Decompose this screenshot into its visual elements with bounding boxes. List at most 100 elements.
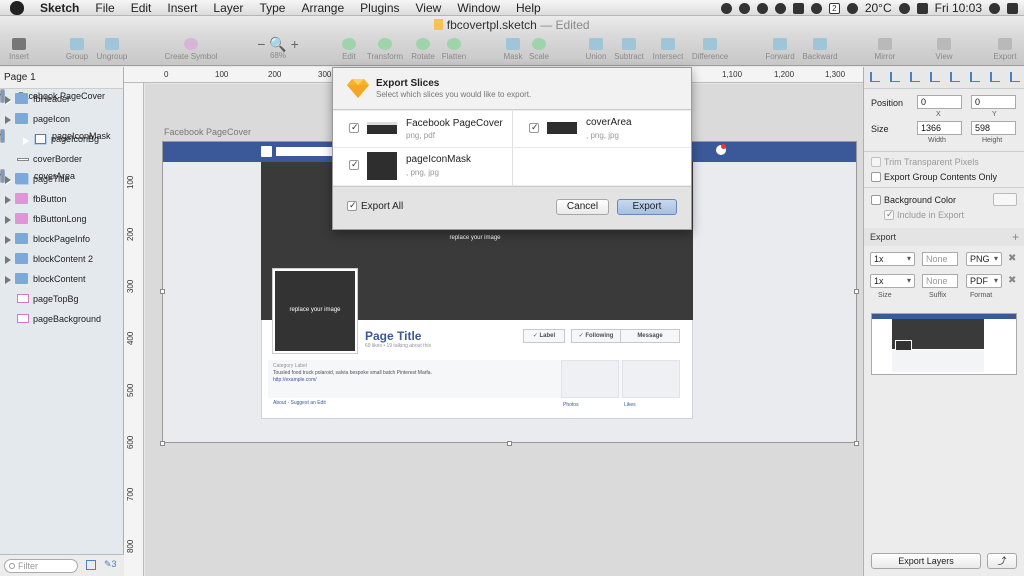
eye-icon[interactable] — [774, 2, 786, 14]
page-selector[interactable]: Page 1 — [0, 67, 123, 89]
bluetooth-icon[interactable] — [846, 2, 858, 14]
background-color-well[interactable] — [993, 193, 1017, 206]
disclosure-icon[interactable] — [5, 116, 11, 124]
distribute-vertical-icon[interactable] — [1010, 72, 1020, 82]
fb-message-button[interactable]: Message — [620, 329, 680, 343]
menu-plugins[interactable]: Plugins — [352, 0, 407, 16]
include-in-export-checkbox[interactable] — [884, 209, 894, 220]
export-group-checkbox[interactable] — [871, 172, 881, 182]
menu-window[interactable]: Window — [449, 0, 508, 16]
artboard-label[interactable]: Facebook PageCover — [164, 127, 251, 137]
page-title[interactable]: Page Title — [365, 329, 421, 343]
add-export-icon[interactable]: + — [1012, 228, 1019, 246]
background-color-checkbox[interactable] — [871, 195, 881, 205]
export-scale-select[interactable]: 1x — [870, 274, 915, 288]
resize-handle[interactable] — [854, 441, 859, 446]
cancel-button[interactable]: Cancel — [556, 199, 609, 215]
fb-label-button[interactable]: ✓ Label — [523, 329, 565, 343]
menu-insert[interactable]: Insert — [159, 0, 205, 16]
menu-view[interactable]: View — [408, 0, 450, 16]
menu-layer[interactable]: Layer — [205, 0, 251, 16]
export-button[interactable]: Export — [617, 199, 677, 215]
vertical-ruler[interactable]: 100 200 300 400 500 600 700 800 — [124, 83, 144, 576]
menu-arrange[interactable]: Arrange — [293, 0, 352, 16]
export-suffix-input[interactable]: None — [922, 274, 958, 288]
apple-icon[interactable] — [10, 0, 24, 15]
height-input[interactable]: 598 — [971, 121, 1016, 135]
align-center-icon[interactable] — [890, 72, 900, 82]
export-toolbar-button[interactable]: Export — [978, 36, 1024, 61]
pages-icon[interactable] — [86, 560, 96, 570]
distribute-horizontal-icon[interactable] — [990, 72, 1000, 82]
fb-following-button[interactable]: ✓ Following — [571, 329, 621, 343]
export-suffix-input[interactable]: None — [922, 252, 958, 266]
disclosure-icon[interactable] — [5, 276, 11, 284]
link-icon[interactable] — [756, 2, 768, 14]
export-all-checkbox[interactable] — [347, 200, 357, 211]
menu-edit[interactable]: Edit — [123, 0, 160, 16]
backward-button[interactable]: Backward — [793, 36, 847, 61]
remove-export-icon[interactable]: ✖ — [1008, 253, 1016, 264]
align-bottom-icon[interactable] — [970, 72, 980, 82]
layer-fbheader[interactable]: fbHeader — [0, 89, 123, 109]
disclosure-icon[interactable] — [5, 96, 11, 104]
layer-blockcontent[interactable]: blockContent — [0, 269, 123, 289]
dropbox-icon[interactable] — [792, 2, 804, 14]
resize-handle[interactable] — [160, 441, 165, 446]
edited-layers-count[interactable]: ✎3 — [104, 559, 117, 570]
likes-block[interactable] — [622, 360, 680, 398]
zoom-icons[interactable]: − 🔍 + — [256, 37, 300, 51]
layer-blockcontent-2[interactable]: blockContent 2 — [0, 249, 123, 269]
resize-handle[interactable] — [507, 441, 512, 446]
create-symbol-button[interactable]: Create Symbol — [154, 36, 228, 61]
y-input[interactable]: 0 — [971, 95, 1016, 109]
align-left-icon[interactable] — [870, 72, 880, 82]
layer-pagetopbg[interactable]: pageTopBg — [0, 289, 123, 309]
export-format-select[interactable]: PDF — [966, 274, 1002, 288]
menu-file[interactable]: File — [87, 0, 122, 16]
width-input[interactable]: 1366 — [917, 121, 962, 135]
disclosure-icon[interactable] — [5, 216, 11, 224]
record-icon[interactable] — [720, 2, 732, 14]
photos-block[interactable] — [561, 360, 619, 398]
wifi-icon[interactable] — [898, 2, 910, 14]
layer-coverborder[interactable]: coverBorder — [0, 149, 123, 169]
slice-checkbox-pageiconmask[interactable] — [349, 159, 359, 170]
notification-icon[interactable] — [1007, 2, 1018, 14]
flatten-button[interactable]: Flatten — [427, 36, 481, 61]
trim-checkbox[interactable] — [871, 157, 881, 167]
page-icon[interactable]: replace your image — [272, 268, 358, 354]
export-scale-select[interactable]: 1x — [870, 252, 915, 266]
menu-help[interactable]: Help — [508, 0, 549, 16]
menu-app-name[interactable]: Sketch — [32, 0, 87, 16]
spotlight-icon[interactable] — [989, 2, 1000, 14]
disclosure-icon[interactable] — [5, 256, 11, 264]
filter-input[interactable]: Filter — [4, 559, 78, 573]
remove-export-icon[interactable]: ✖ — [1008, 275, 1016, 286]
layer-pagebackground[interactable]: pageBackground — [0, 309, 123, 329]
sync-icon[interactable] — [810, 2, 822, 14]
mirror-button[interactable]: Mirror — [858, 36, 912, 61]
export-format-select[interactable]: PNG — [966, 252, 1002, 266]
layer-pageicon[interactable]: pageIcon — [0, 109, 123, 129]
disclosure-icon[interactable] — [5, 236, 11, 244]
drop-icon[interactable] — [738, 2, 750, 14]
resize-handle[interactable] — [854, 289, 859, 294]
export-layers-button[interactable]: Export Layers — [871, 553, 981, 569]
difference-button[interactable]: Difference — [683, 36, 737, 61]
layer-blockpageinfo[interactable]: blockPageInfo — [0, 229, 123, 249]
share-button[interactable]: ⤴ — [987, 553, 1017, 569]
layer-pageiconbg[interactable]: pageIconBg — [0, 129, 123, 149]
resize-handle[interactable] — [160, 289, 165, 294]
badge-icon[interactable]: 2 — [828, 2, 840, 14]
align-top-icon[interactable] — [930, 72, 940, 82]
disclosure-icon[interactable] — [5, 176, 11, 184]
zoom-control[interactable]: − 🔍 +68% — [256, 37, 300, 60]
align-right-icon[interactable] — [910, 72, 920, 82]
disclosure-icon[interactable] — [5, 196, 11, 204]
slice-checkbox-coverarea[interactable] — [529, 122, 539, 133]
insert-button[interactable]: Insert — [0, 36, 46, 61]
menu-type[interactable]: Type — [251, 0, 293, 16]
x-input[interactable]: 0 — [917, 95, 962, 109]
temperature[interactable]: 20°C — [865, 1, 892, 15]
